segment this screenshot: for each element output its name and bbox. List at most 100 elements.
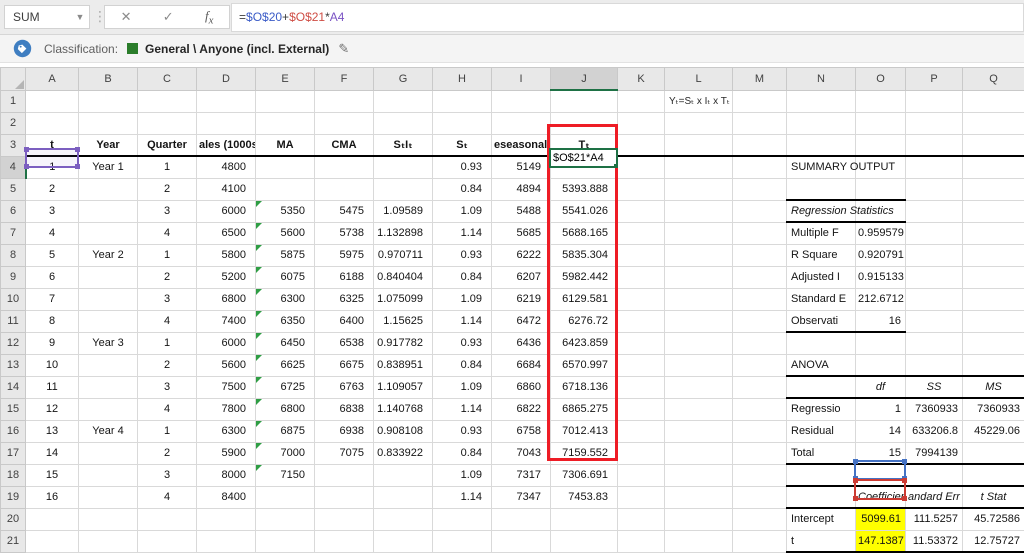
cell-G18[interactable] — [374, 464, 433, 486]
cell-C13[interactable]: 2 — [138, 354, 197, 376]
cell-M18[interactable] — [733, 464, 787, 486]
cell-A5[interactable]: 2 — [26, 178, 79, 200]
cell-K5[interactable] — [618, 178, 665, 200]
cell-Q18[interactable] — [963, 464, 1024, 486]
row-header-4[interactable]: 4 — [1, 156, 26, 178]
cell-F7[interactable]: 5738 — [315, 222, 374, 244]
cell-O21[interactable]: 147.1387 — [856, 530, 906, 552]
row-header-7[interactable]: 7 — [1, 222, 26, 244]
cell-L11[interactable] — [665, 310, 733, 332]
cell-Q1[interactable] — [963, 90, 1024, 112]
cell-L7[interactable] — [665, 222, 733, 244]
cell-P11[interactable] — [906, 310, 963, 332]
cell-N3[interactable] — [787, 134, 856, 156]
cell-Q3[interactable] — [963, 134, 1024, 156]
cell-N7[interactable]: Multiple F — [787, 222, 856, 244]
column-header-E[interactable]: E — [256, 68, 315, 91]
row-header-14[interactable]: 14 — [1, 376, 26, 398]
cell-L21[interactable] — [665, 530, 733, 552]
row-header-6[interactable]: 6 — [1, 200, 26, 222]
cell-A8[interactable]: 5 — [26, 244, 79, 266]
cell-F3[interactable]: CMA — [315, 134, 374, 156]
cell-A16[interactable]: 13 — [26, 420, 79, 442]
row-header-18[interactable]: 18 — [1, 464, 26, 486]
cell-C2[interactable] — [138, 112, 197, 134]
cell-N17[interactable]: Total — [787, 442, 856, 464]
cell-F11[interactable]: 6400 — [315, 310, 374, 332]
cell-G20[interactable] — [374, 508, 433, 530]
cell-O16[interactable]: 14 — [856, 420, 906, 442]
cell-H4[interactable]: 0.93 — [433, 156, 492, 178]
cell-D11[interactable]: 7400 — [197, 310, 256, 332]
cell-L3[interactable] — [665, 134, 733, 156]
cell-Q15[interactable]: 7360933 — [963, 398, 1024, 420]
cell-D3[interactable]: ales (1000s — [197, 134, 256, 156]
cell-M13[interactable] — [733, 354, 787, 376]
cell-H19[interactable]: 1.14 — [433, 486, 492, 508]
cell-B11[interactable] — [79, 310, 138, 332]
cell-D6[interactable]: 6000 — [197, 200, 256, 222]
cell-B10[interactable] — [79, 288, 138, 310]
cell-F19[interactable] — [315, 486, 374, 508]
cell-H20[interactable] — [433, 508, 492, 530]
cell-A12[interactable]: 9 — [26, 332, 79, 354]
cell-A9[interactable]: 6 — [26, 266, 79, 288]
cell-A21[interactable] — [26, 530, 79, 552]
cell-F8[interactable]: 5975 — [315, 244, 374, 266]
cell-A20[interactable] — [26, 508, 79, 530]
cell-H12[interactable]: 0.93 — [433, 332, 492, 354]
cell-C7[interactable]: 4 — [138, 222, 197, 244]
cell-G17[interactable]: 0.833922 — [374, 442, 433, 464]
cell-L2[interactable] — [665, 112, 733, 134]
cell-B20[interactable] — [79, 508, 138, 530]
cell-D15[interactable]: 7800 — [197, 398, 256, 420]
cell-L17[interactable] — [665, 442, 733, 464]
cell-E13[interactable]: 6625 — [256, 354, 315, 376]
cell-K11[interactable] — [618, 310, 665, 332]
row-header-1[interactable]: 1 — [1, 90, 26, 112]
cell-K18[interactable] — [618, 464, 665, 486]
cell-Q21[interactable]: 12.75727 — [963, 530, 1024, 552]
cell-C1[interactable] — [138, 90, 197, 112]
cell-D9[interactable]: 5200 — [197, 266, 256, 288]
cell-B6[interactable] — [79, 200, 138, 222]
cell-F10[interactable]: 6325 — [315, 288, 374, 310]
cell-H2[interactable] — [433, 112, 492, 134]
cell-N2[interactable] — [787, 112, 856, 134]
cell-C19[interactable]: 4 — [138, 486, 197, 508]
cell-A2[interactable] — [26, 112, 79, 134]
cell-E14[interactable]: 6725 — [256, 376, 315, 398]
cell-P6[interactable] — [906, 200, 963, 222]
cell-P7[interactable] — [906, 222, 963, 244]
cell-E4[interactable] — [256, 156, 315, 178]
cell-H18[interactable]: 1.09 — [433, 464, 492, 486]
cell-B16[interactable]: Year 4 — [79, 420, 138, 442]
cell-J1[interactable] — [551, 90, 618, 112]
cell-O20[interactable]: 5099.61 — [856, 508, 906, 530]
cell-M15[interactable] — [733, 398, 787, 420]
cell-C21[interactable] — [138, 530, 197, 552]
cell-B21[interactable] — [79, 530, 138, 552]
cell-N10[interactable]: Standard E — [787, 288, 856, 310]
cell-K15[interactable] — [618, 398, 665, 420]
cell-F14[interactable]: 6763 — [315, 376, 374, 398]
cell-Q6[interactable] — [963, 200, 1024, 222]
cell-H7[interactable]: 1.14 — [433, 222, 492, 244]
cell-O11[interactable]: 16 — [856, 310, 906, 332]
cell-D13[interactable]: 5600 — [197, 354, 256, 376]
cell-K1[interactable] — [618, 90, 665, 112]
cell-E7[interactable]: 5600 — [256, 222, 315, 244]
cell-M3[interactable] — [733, 134, 787, 156]
cell-E20[interactable] — [256, 508, 315, 530]
cancel-icon[interactable]: ✕ — [121, 9, 132, 25]
cell-E11[interactable]: 6350 — [256, 310, 315, 332]
cell-O8[interactable]: 0.920791 — [856, 244, 906, 266]
cell-F13[interactable]: 6675 — [315, 354, 374, 376]
cell-H5[interactable]: 0.84 — [433, 178, 492, 200]
cell-I21[interactable] — [492, 530, 551, 552]
cell-E5[interactable] — [256, 178, 315, 200]
cell-C12[interactable]: 1 — [138, 332, 197, 354]
cell-B3[interactable]: Year — [79, 134, 138, 156]
cell-M11[interactable] — [733, 310, 787, 332]
cell-B15[interactable] — [79, 398, 138, 420]
